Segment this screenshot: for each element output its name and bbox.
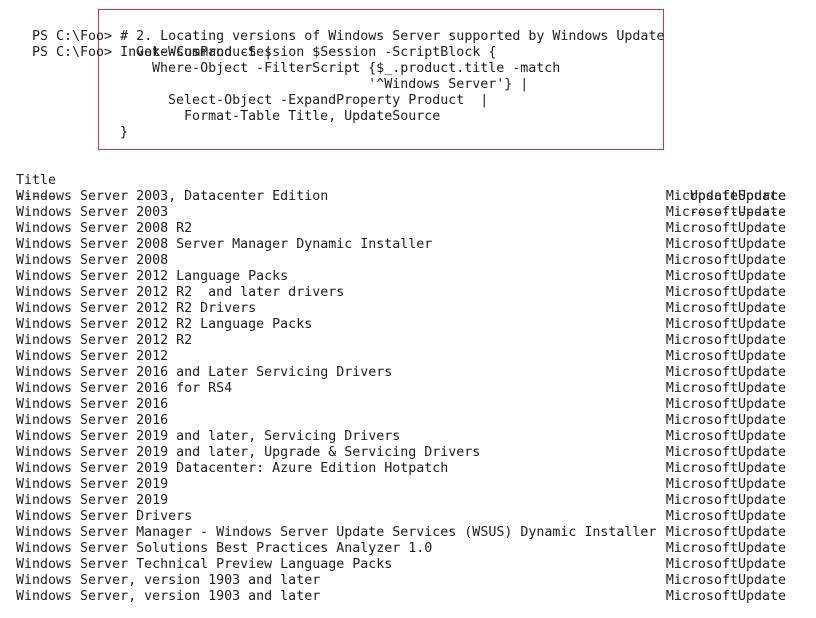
row-title: Windows Server 2019 Datacenter: Azure Ed… [16,461,449,476]
row-updatesource: MicrosoftUpdate [665,589,786,604]
row-updatesource: MicrosoftUpdate [665,477,786,492]
row-updatesource: MicrosoftUpdate [665,317,786,332]
row-title: Windows Server Solutions Best Practices … [16,541,433,556]
table-row: Windows Server Technical Preview Languag… [16,557,786,573]
table-row: Windows Server 2012 R2 and later drivers… [16,285,786,301]
console-prompt-line: PS C:\Foo> # 2. Locating versions of Win… [16,13,664,44]
row-updatesource: MicrosoftUpdate [665,269,786,284]
row-updatesource: MicrosoftUpdate [665,509,786,524]
row-updatesource: MicrosoftUpdate [665,541,786,556]
row-title: Windows Server 2012 R2 Drivers [16,301,257,316]
row-updatesource: MicrosoftUpdate [665,525,786,540]
table-row: Windows Server 2012 MicrosoftUpdate [16,349,786,365]
row-updatesource: MicrosoftUpdate [665,429,786,444]
row-updatesource: MicrosoftUpdate [665,189,786,204]
prompt: PS C:\Foo> [32,45,113,60]
row-title: Windows Server 2012 Language Packs [16,269,289,284]
output-table: Title UpdateSource ----- ------------ Wi… [16,157,786,605]
row-updatesource: MicrosoftUpdate [665,349,786,364]
table-row: Windows Server 2003, Datacenter Edition M… [16,189,786,205]
row-updatesource: MicrosoftUpdate [665,205,786,220]
row-title: Windows Server 2019 [16,493,169,508]
table-row: Windows Server 2019 Datacenter: Azure Ed… [16,461,786,477]
row-updatesource: MicrosoftUpdate [665,333,786,348]
row-updatesource: MicrosoftUpdate [665,237,786,252]
command-continuation: Format-Table Title, UpdateSource [104,109,441,124]
row-updatesource: MicrosoftUpdate [665,573,786,588]
table-row: Windows Server 2019 MicrosoftUpdate [16,477,786,493]
row-title: Windows Server 2012 [16,349,169,364]
row-updatesource: MicrosoftUpdate [665,301,786,316]
row-updatesource: MicrosoftUpdate [665,397,786,412]
row-updatesource: MicrosoftUpdate [665,461,786,476]
table-row: Windows Server 2016 and Later Servicing … [16,365,786,381]
row-updatesource: MicrosoftUpdate [665,413,786,428]
row-title: Windows Server 2016 [16,413,169,428]
row-title: Windows Server 2019 and later, Servicing… [16,429,401,444]
row-title: Windows Server 2012 R2 Language Packs [16,317,313,332]
table-row: Windows Server 2016 MicrosoftUpdate [16,413,786,429]
table-header-underline: ----- ------------ [16,173,786,220]
table-row: Windows Server Manager - Windows Server … [16,525,786,541]
row-updatesource: MicrosoftUpdate [665,557,786,572]
row-title: Windows Server 2016 [16,397,169,412]
row-title: Windows Server 2008 Server Manager Dynam… [16,237,433,252]
row-title: Windows Server Drivers [16,509,193,524]
table-row: Windows Server 2012 R2 Language Packs Mic… [16,317,786,333]
row-title: Windows Server 2012 R2 [16,333,193,348]
row-title: Windows Server, version 1903 and later [16,573,321,588]
table-row: Windows Server 2008 R2 MicrosoftUpdate [16,221,786,237]
table-row: Windows Server 2016 for RS4 MicrosoftUpda… [16,381,786,397]
row-title: Windows Server 2019 and later, Upgrade &… [16,445,481,460]
console-prompt-line: PS C:\Foo> Invoke-Command -Session $Sess… [16,29,496,60]
table-row: Windows Server 2008 MicrosoftUpdate [16,253,786,269]
table-row: Windows Server 2012 Language Packs Micros… [16,269,786,285]
row-title: Windows Server 2008 [16,253,169,268]
table-row: Windows Server 2008 Server Manager Dynam… [16,237,786,253]
row-title: Windows Server, version 1903 and later [16,589,321,604]
command-continuation: Where-Object -FilterScript {$_.product.t… [104,61,561,76]
row-title: Windows Server 2003 [16,205,169,220]
row-title: Windows Server 2003, Datacenter Edition [16,189,329,204]
row-title: Windows Server Technical Preview Languag… [16,557,393,572]
table-row: Windows Server 2019 MicrosoftUpdate [16,493,786,509]
table-row: Windows Server 2019 and later, Servicing… [16,429,786,445]
row-updatesource: MicrosoftUpdate [665,221,786,236]
row-updatesource: MicrosoftUpdate [665,493,786,508]
command-continuation: Select-Object -ExpandProperty Product | [104,93,489,108]
table-row: Windows Server Solutions Best Practices … [16,541,786,557]
command-continuation: } [104,125,129,140]
command-continuation: '^Windows Server'} | [104,77,529,92]
row-title: Windows Server 2016 for RS4 [16,381,233,396]
table-row: Windows Server 2016 MicrosoftUpdate [16,397,786,413]
row-updatesource: MicrosoftUpdate [665,285,786,300]
table-row: Windows Server, version 1903 and later Mi… [16,573,786,589]
row-updatesource: MicrosoftUpdate [665,445,786,460]
table-header-row: Title UpdateSource [16,157,786,204]
row-title: Windows Server Manager - Windows Server … [16,525,657,540]
table-row: Windows Server 2003 MicrosoftUpdate [16,205,786,221]
command-continuation: Get-WsusProduct | [104,45,273,60]
row-title: Windows Server 2012 R2 and later drivers [16,285,345,300]
row-updatesource: MicrosoftUpdate [665,381,786,396]
table-row: Windows Server 2012 R2 MicrosoftUpdate [16,333,786,349]
table-row: Windows Server, version 1903 and later Mi… [16,589,786,605]
row-updatesource: MicrosoftUpdate [665,365,786,380]
row-title: Windows Server 2016 and Later Servicing … [16,365,393,380]
table-row: Windows Server 2019 and later, Upgrade &… [16,445,786,461]
row-title: Windows Server 2008 R2 [16,221,193,236]
table-row: Windows Server 2012 R2 Drivers MicrosoftU… [16,301,786,317]
row-updatesource: MicrosoftUpdate [665,253,786,268]
table-row: Windows Server Drivers MicrosoftUpdate [16,509,786,525]
table-body: Windows Server 2003, Datacenter Edition M… [16,189,786,605]
row-title: Windows Server 2019 [16,477,169,492]
